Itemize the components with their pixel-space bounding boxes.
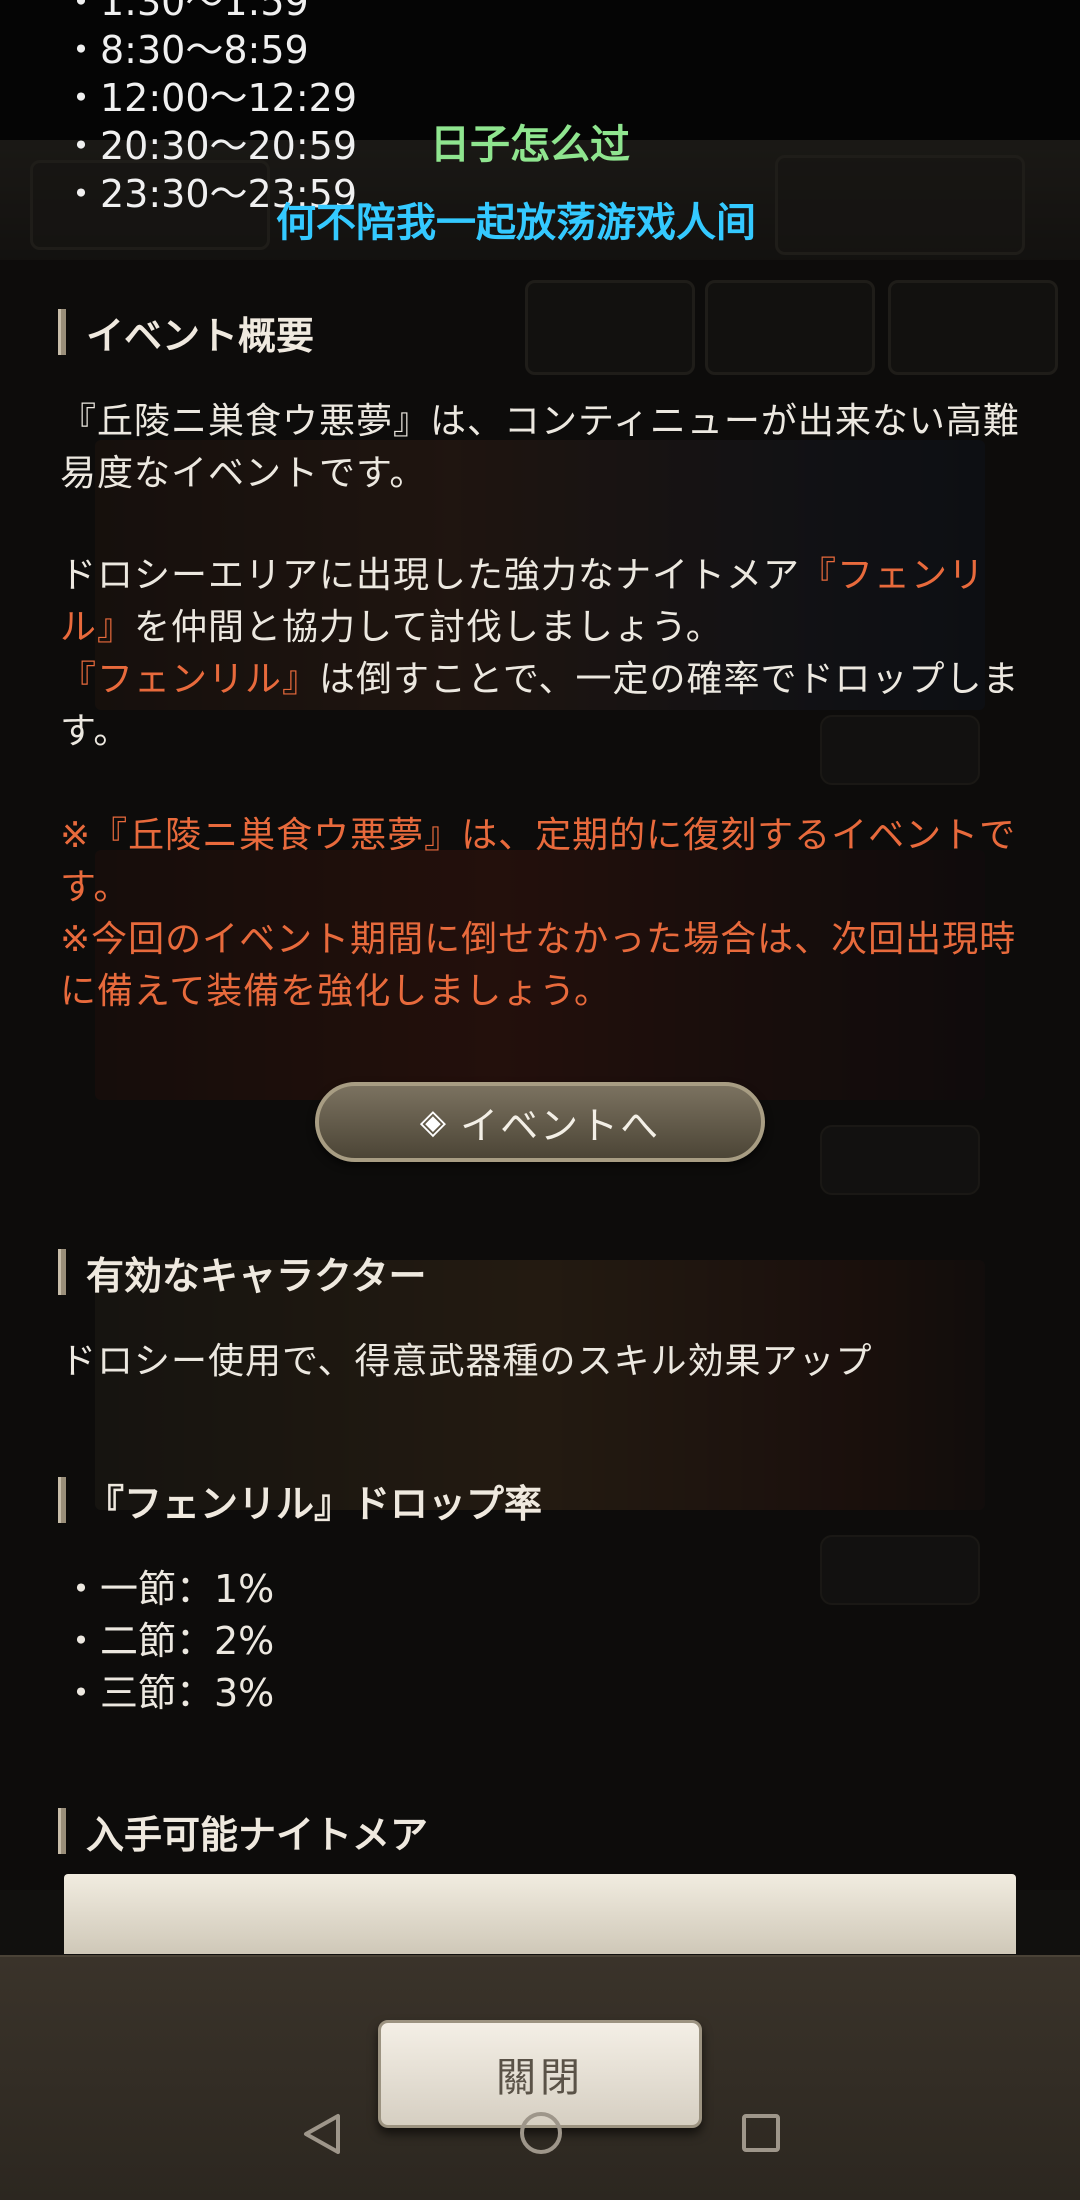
overview-paragraph-2: ドロシーエリアに出現した強力なナイトメア『フェンリル』 を仲間と協力して討伐しまし… [60, 550, 1020, 758]
drop-rate-item: ・二節：2% [62, 1619, 275, 1663]
nightmare-card[interactable] [64, 1874, 1016, 1954]
home-circle-icon[interactable] [520, 2112, 562, 2154]
event-info-panel[interactable]: ・1:30～1:59 ・8:30～8:59 ・12:00～12:29 ・20:3… [0, 0, 1080, 1955]
overview-note-1: ※『丘陵ニ巣食ウ悪夢』は、定期的に復刻するイベントです。 [60, 815, 1017, 908]
schedule-time-list: ・1:30～1:59 ・8:30～8:59 ・12:00～12:29 ・20:3… [62, 0, 357, 218]
drop-section-header: 『フェンリル』ドロップ率 [58, 1475, 543, 1526]
overview-heading: イベント概要 [86, 313, 315, 358]
character-description: ドロシー使用で、得意武器種のスキル効果アップ [60, 1341, 873, 1382]
system-navigation-bar [0, 2090, 1080, 2180]
drop-rate-list: ・一節：1% ・二節：2% ・三節：3% [62, 1563, 274, 1719]
drop-rate-item: ・一節：1% [62, 1567, 275, 1611]
time-slot: ・12:00～12:29 [62, 76, 358, 120]
fenrir-name: 『フェンリル』 [60, 659, 320, 700]
overlay-caption-line1: 日子怎么过 [430, 122, 630, 168]
character-heading: 有効なキャラクター [86, 1253, 427, 1298]
overview-note-2: ※今回のイベント期間に倒せなかった場合は、次回出現時に備えて装備を強化しましょう… [60, 919, 1017, 1012]
overview-text: を仲間と協力して討伐しましょう。 [134, 607, 723, 648]
character-section-header: 有効なキャラクター [58, 1247, 427, 1298]
arrow-diamond-icon: ◈ [419, 1102, 447, 1142]
recent-apps-square-icon[interactable] [742, 2114, 780, 2152]
section-marker [58, 1477, 66, 1523]
overview-text: ドロシーエリアに出現した強力なナイトメア [60, 555, 801, 596]
overview-paragraph-1: 『丘陵ニ巣食ウ悪夢』は、コンティニューが出来ない高難易度なイベントです。 [60, 401, 1020, 494]
time-slot: ・20:30～20:59 [62, 124, 358, 168]
time-slot: ・8:30～8:59 [62, 28, 309, 72]
section-marker [58, 1808, 66, 1854]
section-marker [58, 1249, 66, 1295]
overlay-caption-line2: 何不陪我一起放荡游戏人间 [276, 200, 756, 246]
back-triangle-icon[interactable] [300, 2112, 344, 2156]
obtainable-heading: 入手可能ナイトメア [86, 1812, 429, 1857]
overview-section-header: イベント概要 [58, 307, 315, 358]
go-to-event-button[interactable]: ◈ イベントへ [315, 1082, 765, 1162]
time-slot: ・1:30～1:59 [62, 0, 309, 24]
drop-rate-item: ・三節：3% [62, 1671, 275, 1715]
drop-heading: 『フェンリル』ドロップ率 [86, 1481, 543, 1526]
section-marker [58, 309, 66, 355]
obtainable-section-header: 入手可能ナイトメア [58, 1806, 429, 1857]
go-to-event-label: イベントへ [460, 1103, 661, 1148]
